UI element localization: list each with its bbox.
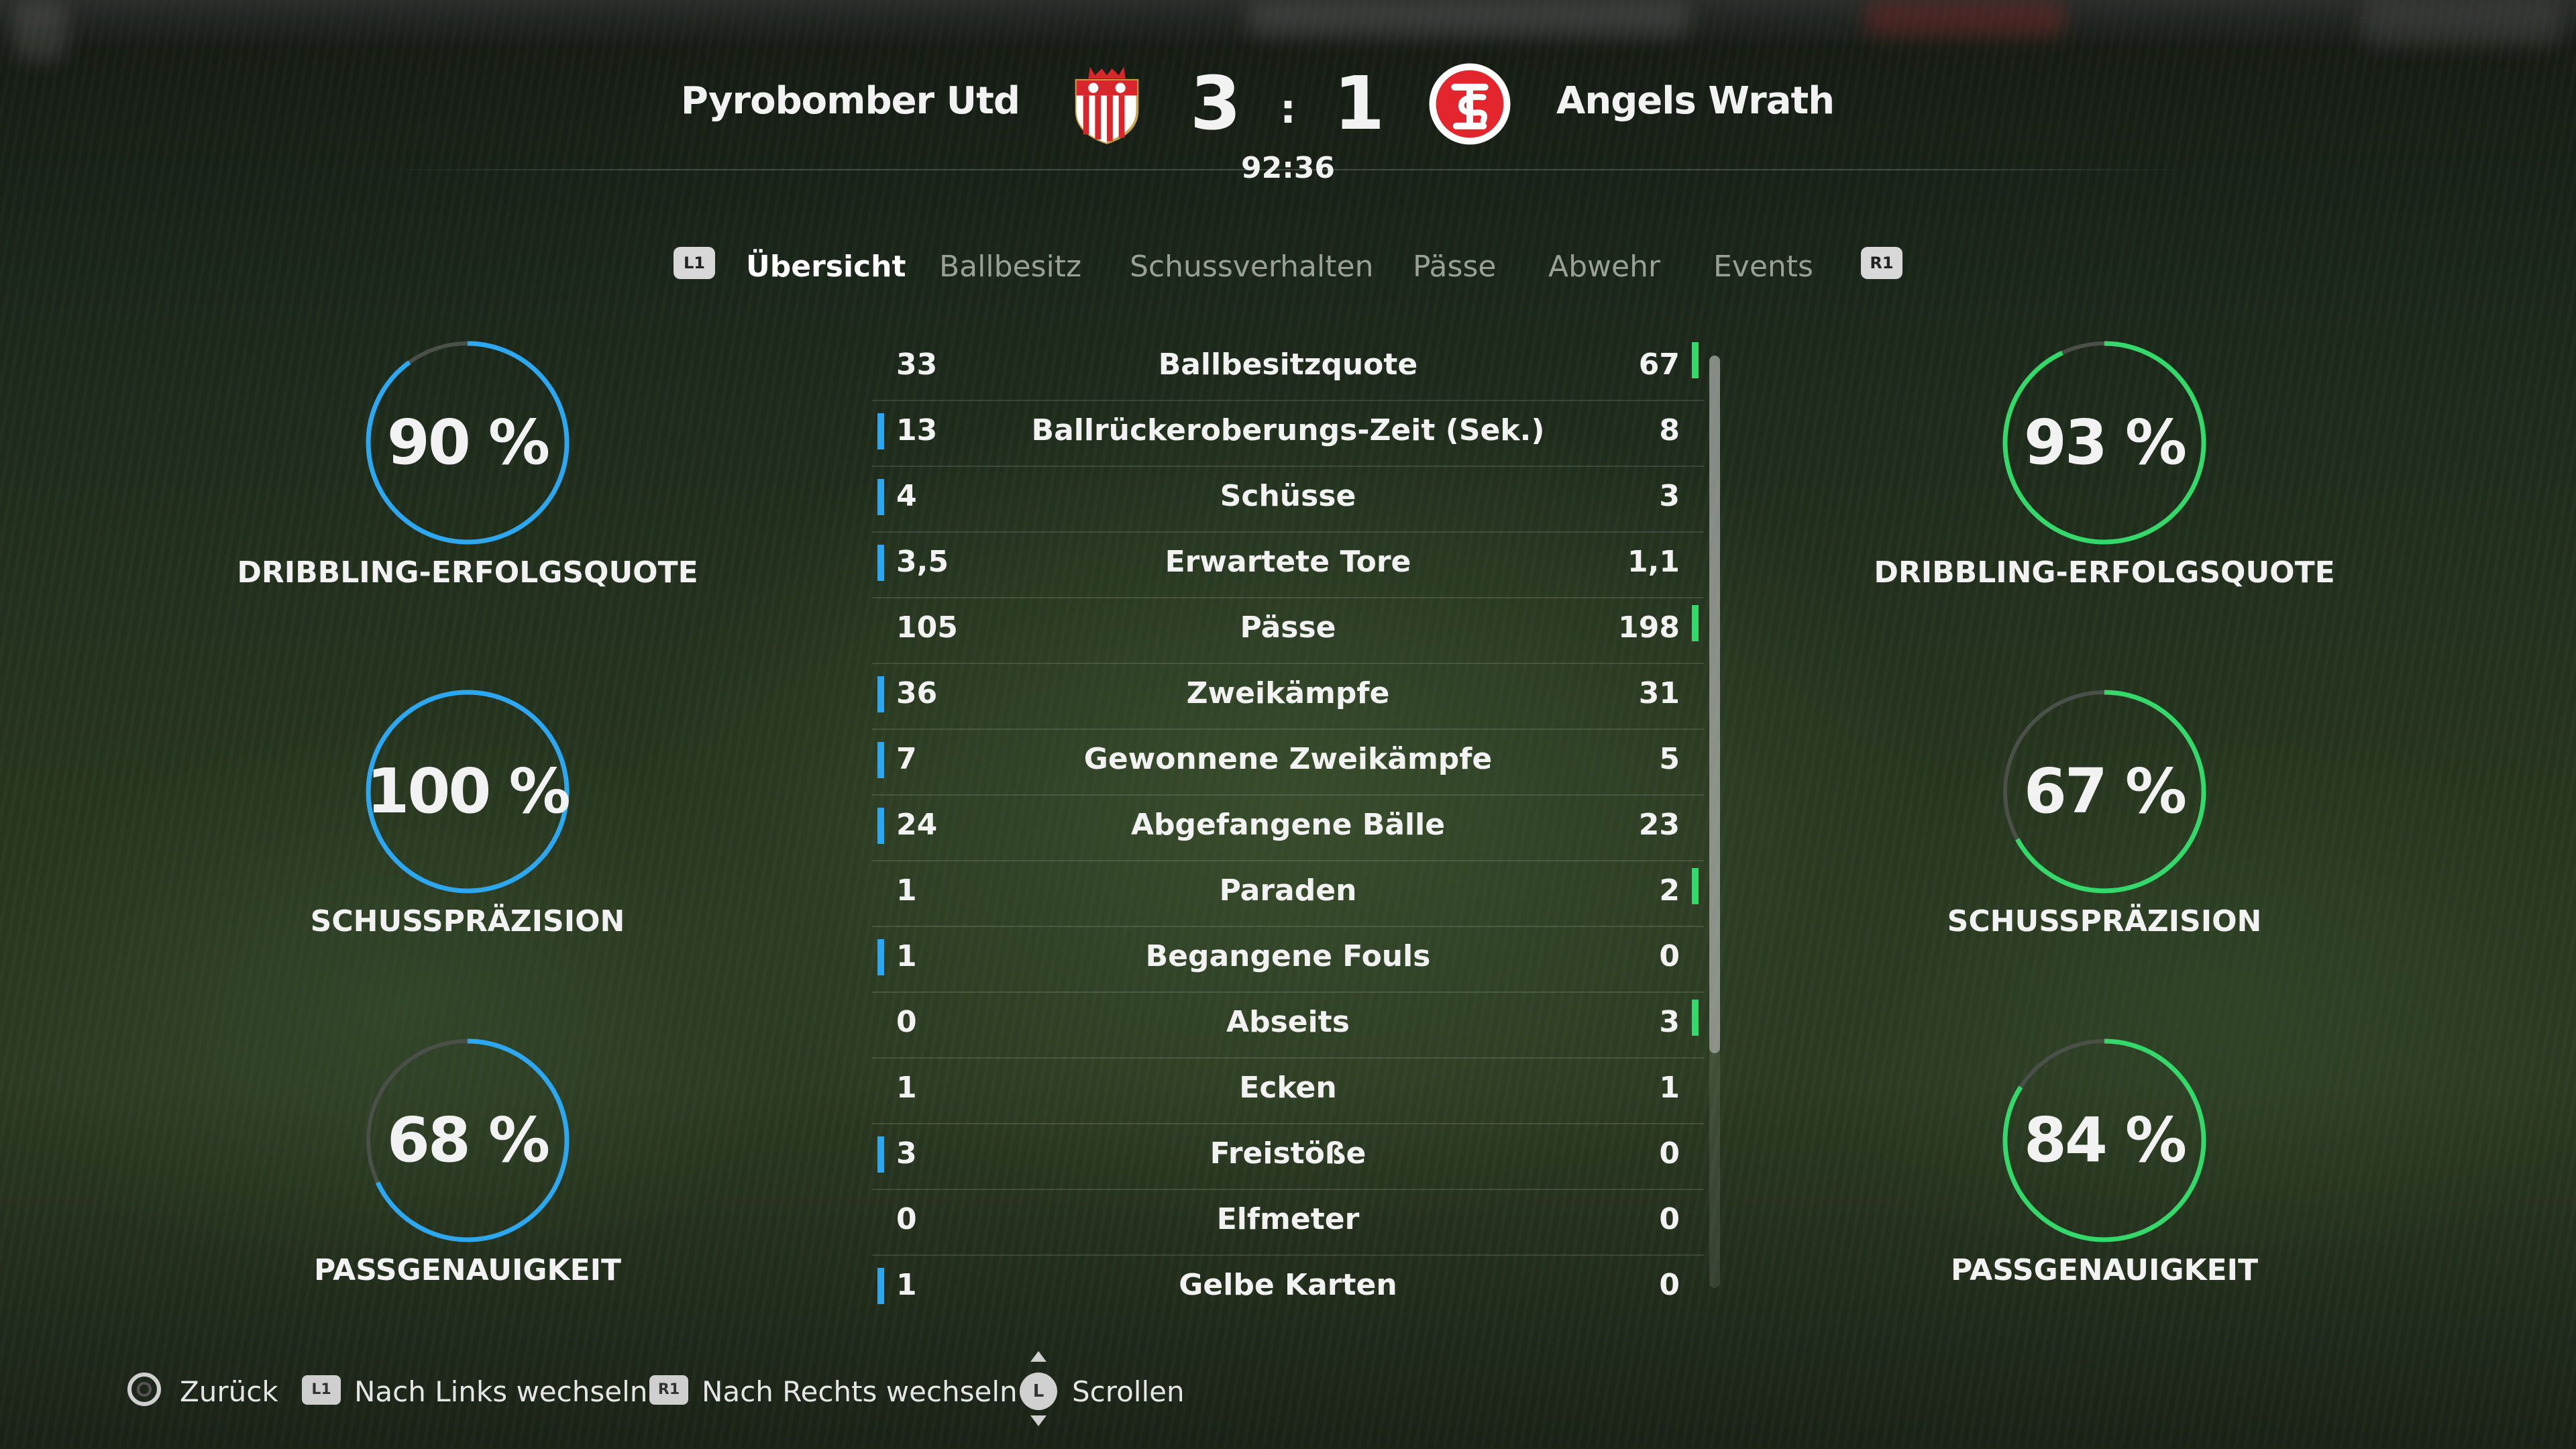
stat-label: Abseits bbox=[1226, 1005, 1350, 1039]
r1-button-icon: R1 bbox=[649, 1375, 688, 1405]
home-team-name: Pyrobomber Utd bbox=[680, 79, 1020, 123]
away-team-name: Angels Wrath bbox=[1556, 79, 1835, 123]
stat-away-value: 67 bbox=[1638, 347, 1680, 382]
stat-away-value: 3 bbox=[1659, 479, 1680, 513]
home-score: 3 bbox=[1189, 60, 1242, 146]
hint-switch-left-label: Nach Links wechseln bbox=[354, 1375, 648, 1408]
away-ring-stat: 84 % PASSGENAUIGKEIT bbox=[1870, 1033, 2339, 1328]
stat-away-value: 3 bbox=[1659, 1005, 1680, 1039]
stat-label: Paraden bbox=[1219, 873, 1357, 908]
blurred-top-banner bbox=[1248, 0, 1690, 38]
ring-label: PASSGENAUIGKEIT bbox=[313, 1253, 622, 1287]
stat-row: 1 Gelbe Karten 0 bbox=[872, 1256, 1704, 1322]
stat-label: Zweikämpfe bbox=[1186, 676, 1390, 710]
stat-row: 105 Pässe 198 bbox=[872, 598, 1704, 664]
stat-away-value: 198 bbox=[1618, 610, 1680, 645]
stat-row: 1 Paraden 2 bbox=[872, 861, 1704, 927]
home-ring-stat: 90 % DRIBBLING-ERFOLGSQUOTE bbox=[233, 335, 702, 631]
ring-percentage: 67 % bbox=[2023, 755, 2187, 827]
stat-row: 4 Schüsse 3 bbox=[872, 467, 1704, 533]
stat-away-value: 0 bbox=[1659, 1268, 1680, 1302]
ring-percentage: 90 % bbox=[386, 407, 550, 478]
tab-uebersicht[interactable]: Übersicht bbox=[746, 250, 906, 284]
scroll-up-arrow-icon bbox=[1030, 1351, 1046, 1362]
ring-label: DRIBBLING-ERFOLGSQUOTE bbox=[1874, 555, 2335, 590]
stat-row: 13 Ballrückeroberungs-Zeit (Sek.) 8 bbox=[872, 401, 1704, 467]
stat-away-value: 2 bbox=[1659, 873, 1680, 908]
stat-label: Begangene Fouls bbox=[1145, 939, 1431, 973]
stat-label: Ecken bbox=[1239, 1071, 1337, 1105]
stat-label: Schüsse bbox=[1220, 479, 1356, 513]
home-team-crest-icon bbox=[1065, 62, 1149, 146]
stat-label: Ballbesitzquote bbox=[1158, 347, 1418, 382]
stat-row: 24 Abgefangene Bälle 23 bbox=[872, 796, 1704, 861]
away-ring-stat: 67 % SCHUSSPRÄZISION bbox=[1870, 684, 2339, 979]
stats-scrollbar[interactable] bbox=[1709, 356, 1720, 1288]
stat-label: Gewonnene Zweikämpfe bbox=[1083, 742, 1493, 776]
ring-percentage: 68 % bbox=[386, 1104, 550, 1176]
stat-row: 3,5 Erwartete Tore 1,1 bbox=[872, 533, 1704, 598]
stat-row: 0 Elfmeter 0 bbox=[872, 1190, 1704, 1256]
ring-percentage: 84 % bbox=[2023, 1104, 2187, 1176]
stat-label: Pässe bbox=[1240, 610, 1336, 645]
ring-label: SCHUSSPRÄZISION bbox=[310, 904, 625, 938]
home-ring-stat: 100 % SCHUSSPRÄZISION bbox=[233, 684, 702, 979]
stat-row: 3 Freistöße 0 bbox=[872, 1124, 1704, 1190]
tab-ballbesitz[interactable]: Ballbesitz bbox=[939, 250, 1081, 284]
stats-table[interactable]: 33 Ballbesitzquote 67 13 Ballrückeroberungs-… bbox=[872, 335, 1704, 1322]
stat-away-value: 31 bbox=[1638, 676, 1680, 710]
ring-label: DRIBBLING-ERFOLGSQUOTE bbox=[237, 555, 698, 590]
blurred-top-badge bbox=[1865, 0, 2066, 38]
stat-away-value: 0 bbox=[1659, 1136, 1680, 1171]
ring-label: SCHUSSPRÄZISION bbox=[1947, 904, 2262, 938]
stat-away-value: 0 bbox=[1659, 1202, 1680, 1236]
stat-row: 33 Ballbesitzquote 67 bbox=[872, 335, 1704, 401]
stat-away-value: 5 bbox=[1659, 742, 1680, 776]
away-team-crest-icon bbox=[1428, 62, 1512, 146]
stat-row: 7 Gewonnene Zweikämpfe 5 bbox=[872, 730, 1704, 796]
stat-label: Ballrückeroberungs-Zeit (Sek.) bbox=[1031, 413, 1545, 447]
stat-label: Gelbe Karten bbox=[1179, 1268, 1397, 1302]
ring-percentage: 93 % bbox=[2023, 407, 2187, 478]
hint-switch-right-label: Nach Rechts wechseln bbox=[702, 1375, 1018, 1408]
left-stick-icon: L bbox=[1020, 1373, 1057, 1410]
hint-back-label: Zurück bbox=[180, 1375, 278, 1408]
stat-label: Freistöße bbox=[1210, 1136, 1366, 1171]
l1-button-icon: L1 bbox=[302, 1375, 341, 1405]
stat-label: Abgefangene Bälle bbox=[1130, 808, 1446, 842]
tab-bar: L1 Übersicht Ballbesitz Schussverhalten … bbox=[0, 241, 2576, 295]
stat-row: 1 Begangene Fouls 0 bbox=[872, 927, 1704, 993]
tab-schussverhalten[interactable]: Schussverhalten bbox=[1130, 250, 1373, 284]
circle-button-icon bbox=[127, 1373, 161, 1406]
ring-label: PASSGENAUIGKEIT bbox=[1950, 1253, 2259, 1287]
blurred-top-left bbox=[13, 0, 67, 60]
r1-button-icon[interactable]: R1 bbox=[1861, 247, 1902, 279]
stat-label: Erwartete Tore bbox=[1165, 545, 1411, 579]
stat-away-value: 23 bbox=[1638, 808, 1680, 842]
hint-scroll-label: Scrollen bbox=[1072, 1375, 1185, 1408]
blurred-top-corner bbox=[2361, 0, 2563, 47]
away-score: 1 bbox=[1333, 60, 1385, 146]
scroll-down-arrow-icon bbox=[1030, 1415, 1046, 1426]
stat-away-value: 8 bbox=[1659, 413, 1680, 447]
stats-scrollbar-thumb[interactable] bbox=[1709, 356, 1720, 1053]
tab-paesse[interactable]: Pässe bbox=[1413, 250, 1496, 284]
tab-events[interactable]: Events bbox=[1713, 250, 1813, 284]
stat-away-value: 0 bbox=[1659, 939, 1680, 973]
tab-abwehr[interactable]: Abwehr bbox=[1548, 250, 1660, 284]
score-separator: : bbox=[1280, 86, 1296, 133]
stat-label: Elfmeter bbox=[1216, 1202, 1360, 1236]
stat-away-value: 1 bbox=[1659, 1071, 1680, 1105]
stat-row: 36 Zweikämpfe 31 bbox=[872, 664, 1704, 730]
away-ring-stat: 93 % DRIBBLING-ERFOLGSQUOTE bbox=[1870, 335, 2339, 631]
l1-button-icon[interactable]: L1 bbox=[674, 247, 715, 279]
ring-percentage: 100 % bbox=[366, 755, 570, 827]
stat-row: 1 Ecken 1 bbox=[872, 1059, 1704, 1124]
stat-away-value: 1,1 bbox=[1627, 545, 1680, 579]
match-clock: 92:36 bbox=[1240, 151, 1336, 185]
stat-row: 0 Abseits 3 bbox=[872, 993, 1704, 1059]
home-ring-stat: 68 % PASSGENAUIGKEIT bbox=[233, 1033, 702, 1328]
